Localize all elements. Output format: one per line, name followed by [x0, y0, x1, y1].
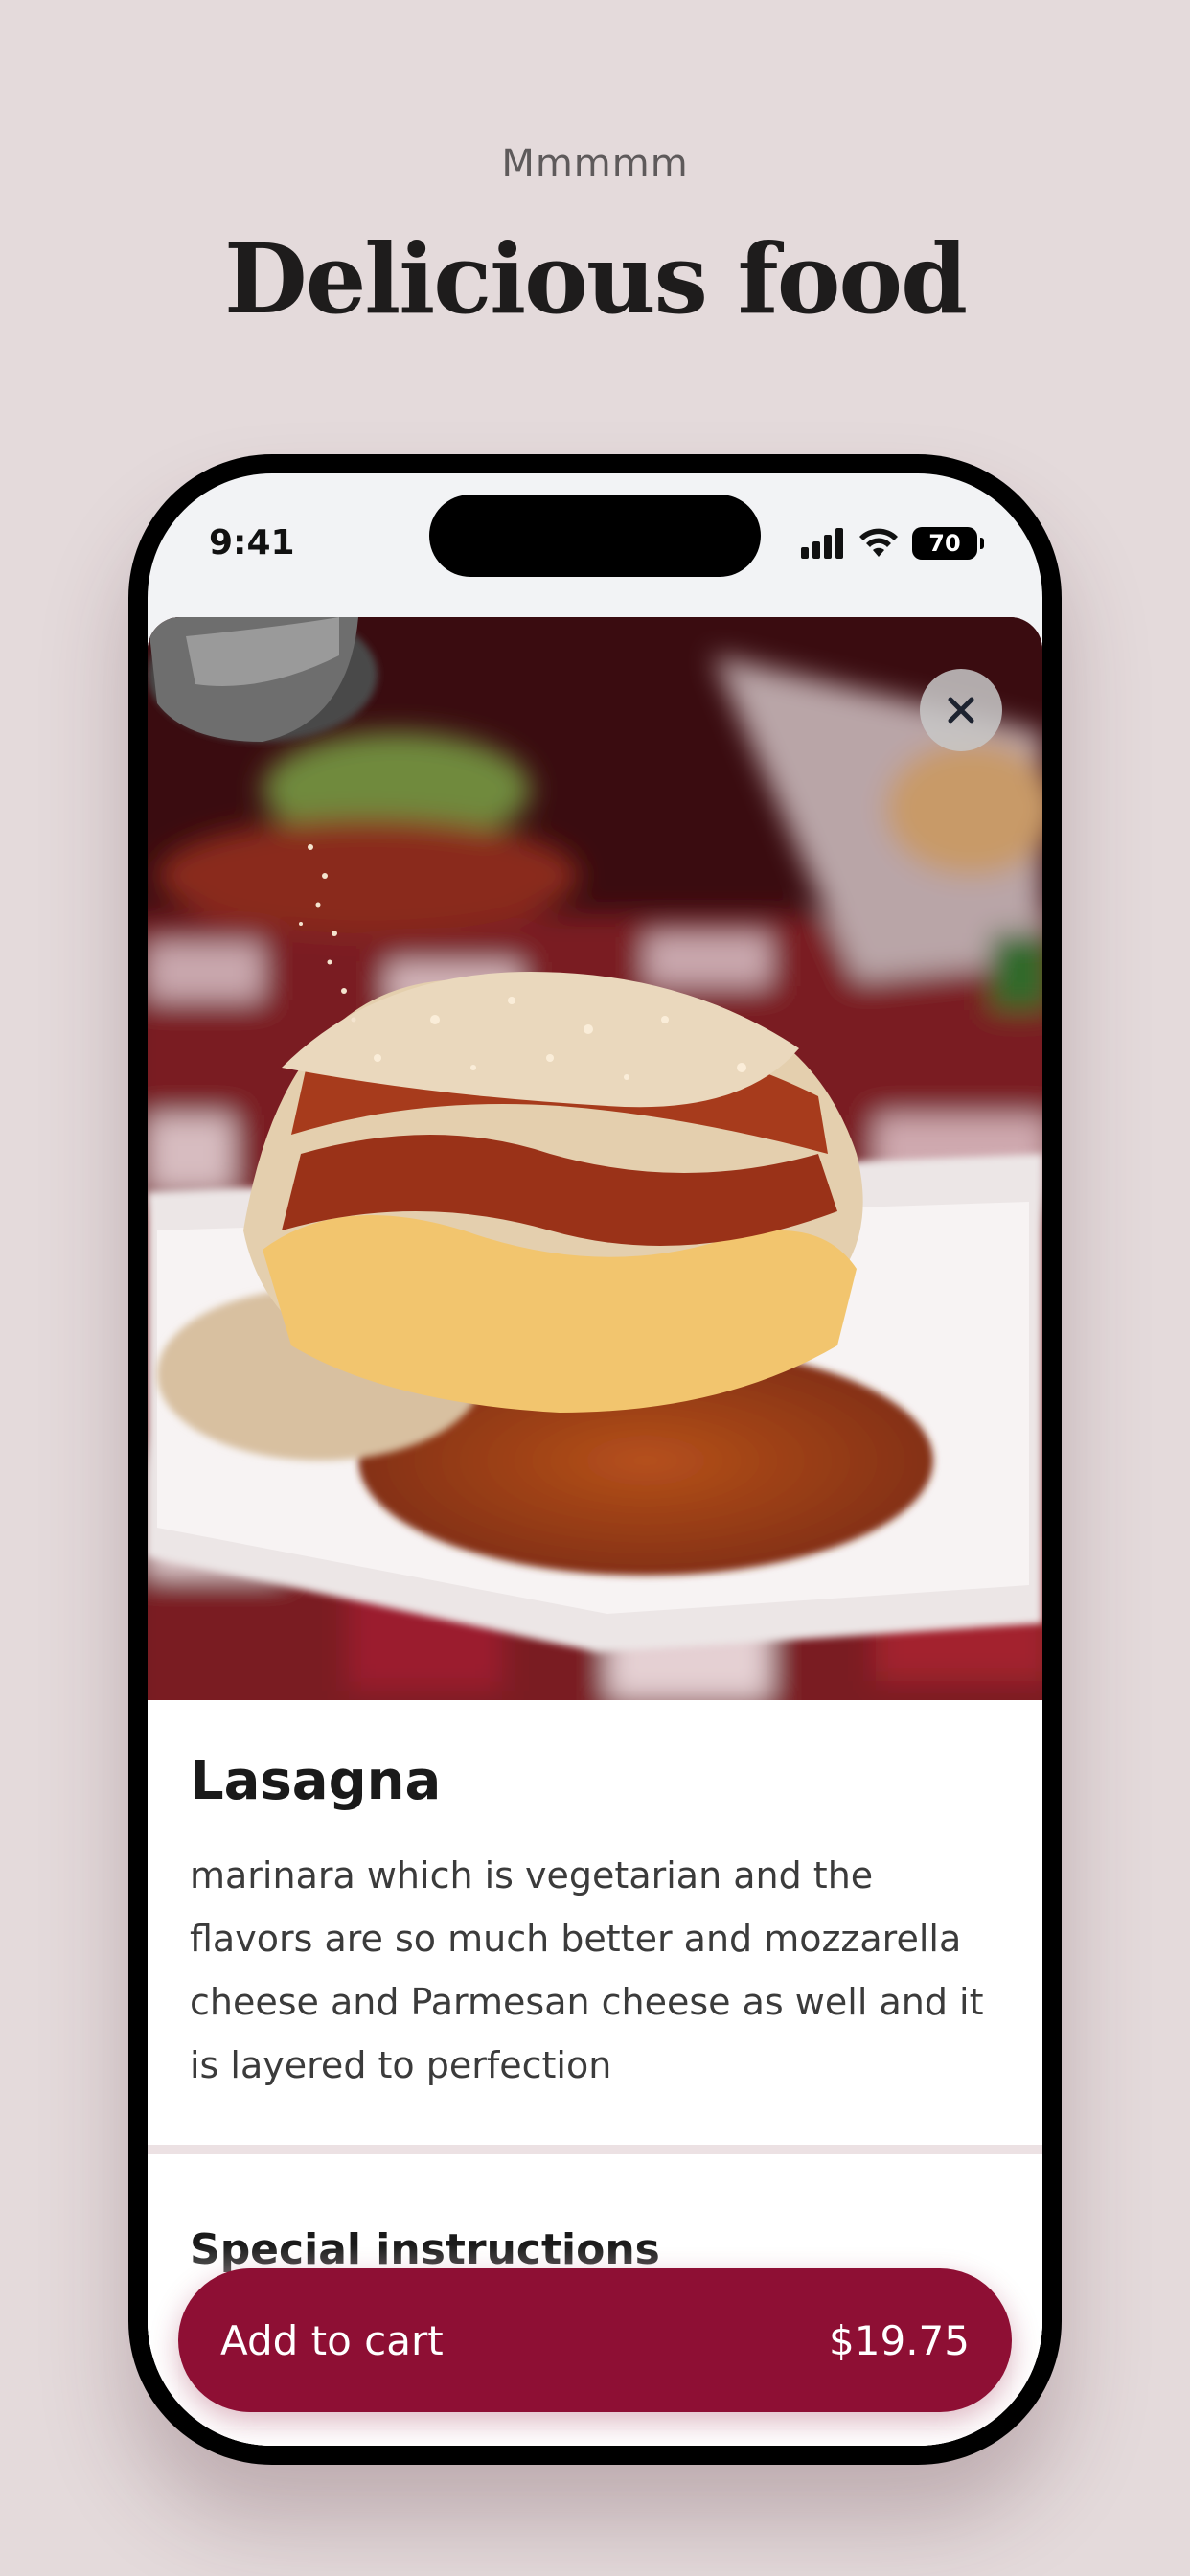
- item-description: marinara which is vegetarian and the fla…: [190, 1854, 984, 2086]
- phone-screen: 9:41 70 Lasagna marinara which is vegeta…: [148, 473, 1042, 2446]
- cart-price: $19.75: [829, 2316, 970, 2364]
- section-divider: [148, 2145, 1042, 2154]
- item-title: Lasagna: [190, 1750, 442, 1812]
- dynamic-island: [429, 494, 761, 577]
- add-to-cart-button[interactable]: Add to cart $19.75: [178, 2268, 1012, 2412]
- phone-frame: 9:41 70 Lasagna marinara which is vegeta…: [128, 454, 1062, 2465]
- page-headline: Delicious food: [223, 222, 968, 335]
- status-icons: 70: [801, 527, 984, 560]
- status-time: 9:41: [209, 523, 295, 563]
- food-image: [148, 617, 1042, 1700]
- battery-icon: 70: [912, 527, 984, 560]
- close-icon: [948, 697, 974, 724]
- wifi-icon: [859, 528, 898, 557]
- close-button[interactable]: [920, 669, 1002, 751]
- eyebrow-text: Mmmmm: [501, 142, 689, 186]
- item-sheet: Lasagna marinara which is vegetarian and…: [148, 617, 1042, 2446]
- add-to-cart-label: Add to cart: [220, 2316, 444, 2364]
- signal-icon: [801, 528, 843, 559]
